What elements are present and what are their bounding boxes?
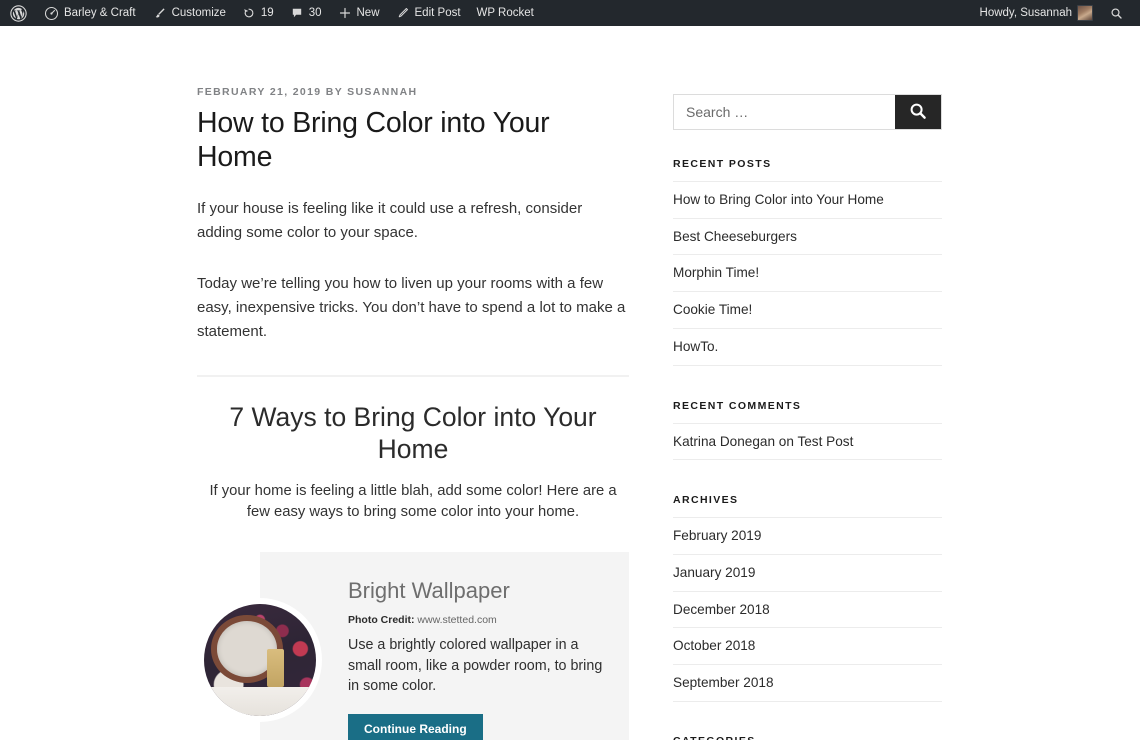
recent-post-link[interactable]: Morphin Time!	[673, 255, 942, 291]
recent-post-link[interactable]: HowTo.	[673, 329, 942, 365]
section-divider	[197, 375, 629, 378]
widget-list: February 2019 January 2019 December 2018…	[673, 517, 942, 702]
admin-bar-customize[interactable]: Customize	[144, 0, 234, 26]
admin-bar-site-name-label: Barley & Craft	[64, 7, 136, 19]
admin-bar-updates-count: 19	[260, 7, 274, 19]
comment-bubble-icon	[290, 6, 304, 20]
roundup-card: Bright Wallpaper Photo Credit: www.stett…	[198, 551, 629, 740]
archive-link[interactable]: September 2018	[673, 665, 942, 701]
archive-link[interactable]: January 2019	[673, 555, 942, 591]
admin-bar-left-group: Barley & Craft Customize 19 30 New Edit …	[0, 0, 542, 26]
roundup-heading: 7 Ways to Bring Color into Your Home	[229, 402, 597, 465]
widget-recent-posts: Recent Posts How to Bring Color into You…	[673, 158, 942, 366]
card-thumbnail[interactable]	[198, 597, 322, 722]
sidebar: Recent Posts How to Bring Color into You…	[673, 26, 942, 740]
update-icon	[242, 6, 256, 20]
widget-archives: Archives February 2019 January 2019 Dece…	[673, 494, 942, 702]
list-item[interactable]: HowTo.	[673, 329, 942, 366]
widget-title: Categories	[673, 735, 942, 740]
list-item[interactable]: September 2018	[673, 665, 942, 702]
wordpress-logo-icon	[10, 4, 27, 22]
search-submit-button[interactable]	[895, 95, 941, 129]
avatar	[1077, 5, 1093, 21]
admin-bar-new-content[interactable]: New	[330, 0, 388, 26]
list-item[interactable]: October 2018	[673, 628, 942, 666]
admin-bar-edit-post-label: Edit Post	[414, 7, 461, 19]
continue-reading-button[interactable]: Continue Reading	[348, 714, 483, 740]
sink-shape	[230, 695, 283, 714]
widget-list: Katrina Donegan on Test Post	[673, 422, 942, 461]
recent-comment-link[interactable]: Katrina Donegan on Test Post	[673, 424, 942, 460]
post-paragraph-2: Today we’re telling you how to liven up …	[197, 275, 626, 341]
admin-bar-search[interactable]	[1101, 0, 1132, 26]
card-photo-credit-value: www.stetted.com	[417, 614, 497, 627]
main-content-column: FEBRUARY 21, 2019 BY SUSANNAH How to Bri…	[197, 26, 629, 740]
wp-admin-bar: Barley & Craft Customize 19 30 New Edit …	[0, 0, 1140, 26]
widget-title: Recent Comments	[673, 399, 802, 412]
list-item[interactable]: Cookie Time!	[673, 292, 942, 329]
admin-bar-comments[interactable]: 30	[282, 0, 330, 26]
admin-bar-customize-label: Customize	[171, 7, 226, 19]
list-item[interactable]: Morphin Time!	[673, 255, 942, 293]
archive-link[interactable]: October 2018	[673, 628, 942, 664]
recent-post-link[interactable]: Best Cheeseburgers	[673, 219, 942, 255]
roundup-intro: If your home is feeling a little blah, a…	[209, 482, 617, 521]
admin-bar-updates[interactable]: 19	[234, 0, 282, 26]
admin-bar-right-group: Howdy, Susannah	[972, 0, 1140, 26]
page-viewport: FEBRUARY 21, 2019 BY SUSANNAH How to Bri…	[0, 26, 1140, 740]
search-icon	[1109, 6, 1124, 21]
list-item[interactable]: How to Bring Color into Your Home	[673, 181, 942, 219]
towel-shape	[266, 648, 284, 687]
admin-bar-wp-logo[interactable]	[0, 0, 36, 26]
list-item[interactable]: Katrina Donegan on Test Post	[673, 422, 942, 461]
list-item[interactable]: January 2019	[673, 555, 942, 592]
admin-bar-new-content-label: New	[356, 7, 380, 19]
card-photo-credit: Photo Credit: www.stetted.com	[348, 614, 605, 628]
search-input[interactable]	[674, 95, 895, 129]
page-title: How to Bring Color into Your Home	[197, 107, 550, 174]
card-title: Bright Wallpaper	[348, 577, 510, 603]
search-icon	[908, 101, 928, 124]
widget-categories: Categories Uncategorized	[673, 735, 942, 740]
widget-title: Recent Posts	[673, 158, 772, 170]
list-item[interactable]: Best Cheeseburgers	[673, 219, 942, 256]
dashboard-icon	[44, 6, 59, 21]
archive-link[interactable]: February 2019	[673, 518, 942, 554]
pencil-icon	[396, 6, 410, 20]
admin-bar-comments-count: 30	[308, 7, 322, 19]
post-paragraph-1: If your house is feeling like it could u…	[197, 200, 583, 242]
recent-post-link[interactable]: How to Bring Color into Your Home	[673, 182, 942, 218]
admin-bar-wp-rocket[interactable]: WP Rocket	[469, 0, 542, 26]
widget-list: How to Bring Color into Your Home Best C…	[673, 181, 942, 366]
paintbrush-icon	[152, 6, 167, 21]
search-form	[673, 94, 942, 130]
admin-bar-site-name[interactable]: Barley & Craft	[36, 0, 144, 26]
card-photo-credit-label: Photo Credit:	[348, 614, 415, 627]
card-body: Use a brightly colored wallpaper in a sm…	[348, 636, 603, 695]
archive-link[interactable]: December 2018	[673, 592, 942, 628]
list-item[interactable]: December 2018	[673, 592, 942, 629]
list-item[interactable]: February 2019	[673, 517, 942, 555]
recent-post-link[interactable]: Cookie Time!	[673, 292, 942, 328]
admin-bar-my-account[interactable]: Howdy, Susannah	[972, 0, 1101, 26]
widget-title: Archives	[673, 494, 739, 507]
post-byline: FEBRUARY 21, 2019 BY SUSANNAH	[197, 86, 418, 98]
plus-icon	[338, 6, 352, 20]
admin-bar-wp-rocket-label: WP Rocket	[476, 7, 534, 19]
admin-bar-howdy-label: Howdy, Susannah	[979, 7, 1072, 19]
admin-bar-edit-post[interactable]: Edit Post	[388, 0, 469, 26]
widget-recent-comments: Recent Comments Katrina Donegan on Test …	[673, 400, 942, 461]
floral-wallpaper-powder-room-photo	[204, 603, 316, 716]
